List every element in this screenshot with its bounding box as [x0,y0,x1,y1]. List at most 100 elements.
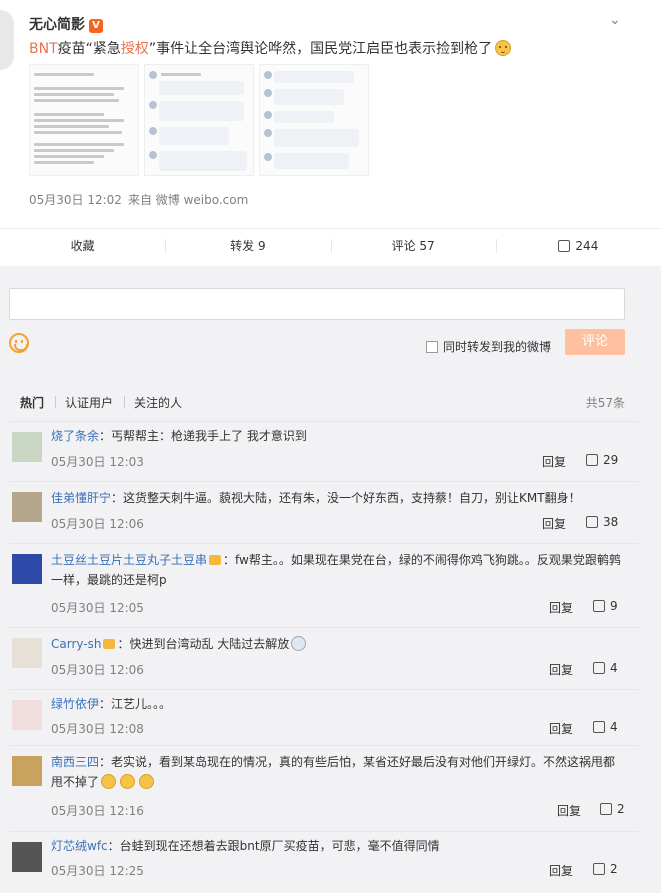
post-action-bar: 收藏 转发 9 评论 57 244 [0,228,661,264]
commenter-avatar[interactable] [12,842,42,872]
tab-verified[interactable]: 认证用户 [65,394,113,411]
repost-button[interactable]: 转发 9 [165,229,330,264]
headline-topic-link[interactable]: BNT [29,41,58,57]
comment-like-button[interactable]: 4 [593,720,618,734]
comment-like-count: 29 [603,453,619,467]
comment-like-count: 4 [610,661,618,675]
headline-text-1: 疫苗“紧急 [57,41,121,57]
thumbs-up-icon [586,516,598,528]
comment-label: 评论 57 [391,239,435,253]
comment-like-button[interactable]: 2 [600,802,625,816]
post-source[interactable]: 来自 微博 weibo.com [128,193,248,207]
doge-emoji-icon [101,774,117,789]
comment-item: 土豆丝土豆片土豆丸子土豆串 ：fw帮主。。如果现在果党在台，绿的不闹得你鸡飞狗跳。… [9,544,639,628]
post-meta: 05月30日 12:02 来自 微博 weibo.com [29,191,254,208]
comment-text: ：老实说，看到某岛现在的情况，真的有些后怕，某省还好最后没有对他们开绿灯。不然这… [51,755,616,789]
commenter-name[interactable]: 南西三四 [51,755,99,769]
collect-button[interactable]: 收藏 [0,229,165,264]
comment-button[interactable]: 评论 57 [330,229,496,264]
reply-button[interactable]: 回复 [542,515,566,532]
comment-sort-bar: 热门 认证用户 关注的人 共57条 [9,380,639,422]
author-name-text[interactable]: 无心简影 [29,17,85,33]
collect-label: 收藏 [70,239,95,253]
comment-like-button[interactable]: 4 [593,661,618,675]
comment-like-button[interactable]: 38 [586,515,618,529]
comment-text: ：台蛙到现在还想着去跟bnt原厂买疫苗，可悲，毫不值得同情 [107,839,440,853]
comment-like-count: 2 [610,862,618,876]
verified-badge-icon: V [89,19,103,33]
post-images [29,64,369,176]
thumbs-up-icon [600,803,612,815]
commenter-name[interactable]: 佳弟懂肝宁 [51,491,111,505]
comment-item: Carry-sh ：快进到台湾动乱 大陆过去解放 05月30日 12:06 回复 … [9,628,639,690]
doge-emoji-icon [495,40,512,56]
comment-like-count: 4 [610,720,618,734]
thumbs-up-icon [586,454,598,466]
comment-item: 灯芯绒wfc：台蛙到现在还想着去跟bnt原厂买疫苗，可悲，毫不值得同情 05月3… [9,832,639,888]
comment-text: ：丐帮帮主：枪递我手上了 我才意识到 [99,429,307,443]
comment-text: ：这货整天刺牛逼。藐视大陆，还有朱，没一个好东西，支持蔡！自刀，别让KMT翻身！ [111,491,581,505]
comment-like-button[interactable]: 29 [586,453,618,467]
forward-checkbox[interactable] [426,341,438,353]
author-name[interactable]: 无心简影 V [29,14,103,34]
comment-like-count: 38 [603,515,619,529]
headline-highlight[interactable]: 授权 [121,41,149,57]
forward-option[interactable]: 同时转发到我的微博 [426,338,551,355]
post-image-3[interactable] [259,64,369,176]
like-count: 244 [575,239,599,253]
comment-item: 佳弟懂肝宁：这货整天刺牛逼。藐视大陆，还有朱，没一个好东西，支持蔡！自刀，别让K… [9,482,639,544]
author-avatar[interactable] [0,10,14,70]
crown-badge-icon [209,555,222,565]
reply-button[interactable]: 回复 [549,720,573,737]
comment-item: 绿竹依伊：江艺儿。。。 05月30日 12:08 回复 4 [9,690,639,746]
comment-composer: 同时转发到我的微博 评论 [0,266,661,368]
reply-button[interactable]: 回复 [542,453,566,470]
forward-label: 同时转发到我的微博 [443,340,552,354]
commenter-avatar[interactable] [12,638,42,668]
commenter-name[interactable]: 灯芯绒wfc [51,839,108,853]
commenter-name[interactable]: Carry-sh [51,637,101,651]
comment-time: 05月30日 12:05 [51,601,144,615]
comment-total: 共57条 [585,396,625,410]
comment-time: 05月30日 12:03 [51,455,144,469]
chevron-down-icon[interactable]: ⌄ [607,12,623,28]
post-headline: BNT疫苗“紧急授权”事件让全台湾舆论哗然，国民党江启臣也表示捡到枪了 [29,38,512,58]
comment-time: 05月30日 12:06 [51,663,144,677]
doge-emoji-icon [120,774,136,789]
thumbs-up-icon [593,721,605,733]
thumbs-up-icon [558,240,571,252]
crown-badge-icon [103,639,116,649]
like-button[interactable]: 244 [495,229,661,264]
cry-emoji-icon [291,636,307,651]
reply-button[interactable]: 回复 [549,862,573,879]
commenter-avatar[interactable] [12,554,42,584]
comment-list: 热门 认证用户 关注的人 共57条 烧了条余：丐帮帮主：枪递我手上了 我才意识到… [9,380,639,888]
commenter-avatar[interactable] [12,432,42,462]
comment-input[interactable] [9,288,625,320]
post-timestamp[interactable]: 05月30日 12:02 [29,193,122,207]
comment-time: 05月30日 12:16 [51,804,144,818]
commenter-name[interactable]: 烧了条余 [51,429,99,443]
tab-following[interactable]: 关注的人 [134,394,182,411]
comment-time: 05月30日 12:06 [51,517,144,531]
comment-text: ：江艺儿。。。 [99,697,172,711]
reply-button[interactable]: 回复 [549,599,573,616]
commenter-name[interactable]: 土豆丝土豆片土豆丸子土豆串 [51,553,207,567]
reply-button[interactable]: 回复 [557,802,581,819]
commenter-name[interactable]: 绿竹依伊 [51,697,99,711]
submit-comment-button[interactable]: 评论 [565,329,625,355]
commenter-avatar[interactable] [12,700,42,730]
comment-like-count: 9 [610,599,618,613]
post-image-1[interactable] [29,64,139,176]
comment-text: ：快进到台湾动乱 大陆过去解放 [117,637,290,651]
reply-button[interactable]: 回复 [549,661,573,678]
commenter-avatar[interactable] [12,492,42,522]
thumbs-up-icon [593,600,605,612]
post-image-2[interactable] [144,64,254,176]
commenter-avatar[interactable] [12,756,42,786]
comment-like-button[interactable]: 2 [593,862,618,876]
doge-emoji-icon [139,774,155,789]
emoji-picker-icon[interactable] [9,333,29,353]
comment-like-button[interactable]: 9 [593,599,618,613]
tab-hot[interactable]: 热门 [20,394,44,411]
